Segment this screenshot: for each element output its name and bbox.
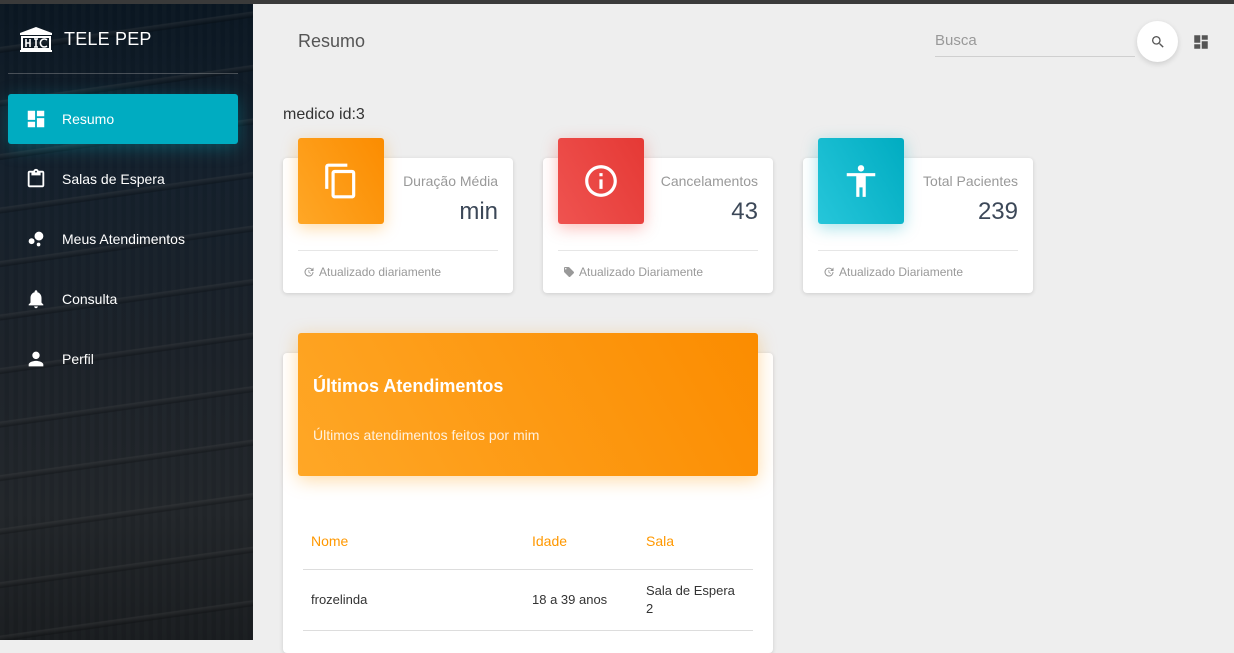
sidebar-item-consulta[interactable]: Consulta: [8, 274, 238, 324]
card-title: Últimos Atendimentos: [313, 376, 504, 396]
dashboard-icon: [24, 107, 48, 131]
stat-card-duracao: Duração Média min Atualizado diariamente: [283, 138, 513, 293]
sidebar-item-salas-de-espera[interactable]: Salas de Espera: [8, 154, 238, 204]
clipboard-icon: [24, 167, 48, 191]
stat-card-icon-box: [298, 138, 384, 224]
sidebar-item-label: Consulta: [62, 291, 118, 307]
column-header-sala: Sala: [638, 523, 753, 570]
table-header-row: Nome Idade Sala: [303, 523, 753, 570]
update-icon: [824, 267, 834, 277]
stat-divider: [818, 250, 1018, 251]
stat-card-total-pacientes: Total Pacientes 239 Atualizado Diariamen…: [803, 138, 1033, 293]
sidebar: TELE PEP Resumo Salas de Espera Meus Ate…: [0, 0, 253, 640]
sidebar-item-label: Resumo: [62, 111, 115, 127]
search-button[interactable]: [1137, 21, 1178, 62]
stat-footer-text: Atualizado Diariamente: [579, 265, 704, 279]
dashboard-button[interactable]: [1192, 33, 1210, 51]
ultimos-atendimentos-card: Últimos Atendimentos Últimos atendimento…: [283, 333, 773, 653]
tag-icon: [564, 267, 574, 277]
info-icon: [585, 165, 617, 197]
sidebar-divider: [8, 73, 238, 74]
stat-footer-text: Atualizado diariamente: [319, 265, 442, 279]
stat-category: Cancelamentos: [660, 173, 758, 189]
card-subtitle: Últimos atendimentos feitos por mim: [313, 427, 540, 443]
column-header-nome: Nome: [303, 523, 524, 570]
search-icon: [1151, 35, 1164, 48]
cell-nome: frozelinda: [303, 569, 524, 631]
stat-value: 239: [977, 198, 1018, 225]
sidebar-nav: Resumo Salas de Espera Meus Atendimentos…: [8, 94, 238, 394]
card-header: Últimos Atendimentos Últimos atendimento…: [298, 333, 758, 476]
stat-divider: [298, 250, 498, 251]
sidebar-item-label: Meus Atendimentos: [62, 231, 185, 247]
update-icon: [304, 267, 314, 277]
stat-footer-text: Atualizado Diariamente: [839, 265, 964, 279]
stat-footer: Atualizado Diariamente: [823, 265, 963, 279]
column-header-idade: Idade: [524, 523, 638, 570]
logo-icon: [20, 27, 52, 52]
stat-footer: Atualizado Diariamente: [563, 265, 703, 279]
stat-footer: Atualizado diariamente: [303, 265, 441, 279]
search-field: [935, 26, 1135, 57]
copy-icon: [325, 163, 356, 199]
bell-icon: [24, 287, 48, 311]
top-border: [0, 0, 1234, 4]
stat-value: min: [459, 198, 498, 225]
brand[interactable]: TELE PEP: [18, 24, 152, 54]
sidebar-item-perfil[interactable]: Perfil: [8, 334, 238, 384]
sidebar-item-resumo[interactable]: Resumo: [8, 94, 238, 144]
cell-idade: 18 a 39 anos: [524, 569, 638, 631]
cell-sala: Sala de Espera 2: [638, 569, 753, 631]
person-icon: [24, 347, 48, 371]
stat-category: Total Pacientes: [923, 173, 1018, 189]
dashboard-icon: [1194, 35, 1208, 49]
stat-card-cancelamentos: Cancelamentos 43 Atualizado Diariamente: [543, 138, 773, 293]
page-title: Resumo: [298, 31, 366, 51]
stat-card-icon-box: [558, 138, 644, 224]
app-name: TELE PEP: [64, 28, 152, 49]
stat-value: 43: [731, 198, 758, 225]
accessibility-icon: [846, 165, 876, 197]
sidebar-item-label: Perfil: [62, 351, 94, 367]
sidebar-item-label: Salas de Espera: [62, 171, 165, 187]
stat-card-icon-box: [818, 138, 904, 224]
medico-id-label: medico id:3: [283, 106, 365, 123]
atendimentos-table: Nome Idade Sala frozelinda 18 a 39 anos …: [303, 523, 753, 631]
stat-category: Duração Média: [403, 173, 498, 189]
search-input[interactable]: [935, 26, 1131, 54]
bubble-chart-icon: [24, 227, 48, 251]
table-row[interactable]: frozelinda 18 a 39 anos Sala de Espera 2: [303, 569, 753, 631]
sidebar-item-meus-atendimentos[interactable]: Meus Atendimentos: [8, 214, 238, 264]
stat-divider: [558, 250, 758, 251]
